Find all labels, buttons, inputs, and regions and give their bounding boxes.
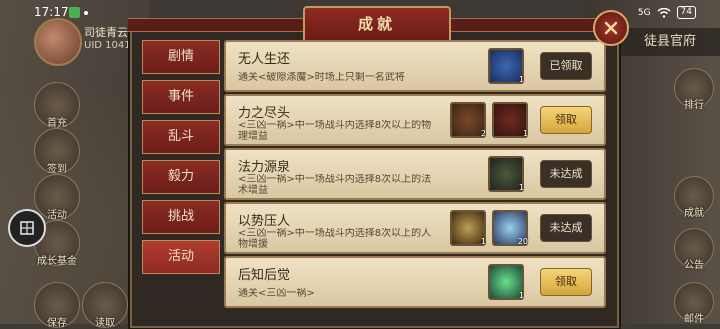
status-time: 17:17 (34, 5, 69, 19)
achievement-desc: <三凶一祸>中一场战斗内选择8次以上的物理增益 (238, 120, 432, 142)
claim-button[interactable]: 领取 (540, 268, 592, 296)
ranking-button[interactable]: 排行 (674, 68, 714, 111)
skill-book-icon[interactable]: 1 (488, 156, 524, 192)
achievement-desc: <三凶一祸>中一场战斗内选择8次以上的法术增益 (238, 174, 432, 196)
not-achieved-button[interactable]: 未达成 (540, 214, 592, 242)
save-label: 保存 (47, 318, 67, 329)
reward-list: 1 (488, 48, 524, 84)
close-button[interactable] (593, 10, 629, 46)
achievement-title: 力之尽头 (238, 106, 291, 121)
achievement-title: 后知后觉 (238, 268, 291, 283)
announcement-label: 公告 (684, 260, 704, 271)
achievement-desc: 通关<破隙涤魔>时场上只剩一名武将 (238, 72, 405, 83)
reward-list: 2 1 (450, 102, 528, 138)
list-item: 后知后觉 通关<三凶一祸> 1 领取 (224, 256, 606, 308)
reward-count: 1 (522, 129, 528, 138)
tab-melee[interactable]: 乱斗 (142, 120, 220, 154)
achievement-title: 无人生还 (238, 52, 291, 67)
message-app-icon (69, 7, 80, 18)
reward-count: 20 (517, 237, 528, 246)
reward-list: 1 (488, 264, 524, 300)
cherry-icon[interactable]: 1 (492, 102, 528, 138)
status-right: 5G 74 (638, 6, 696, 19)
floating-assistant-icon[interactable] (8, 209, 46, 247)
reward-count: 1 (480, 237, 486, 246)
achievement-desc: 通关<三凶一祸> (238, 288, 315, 299)
list-item: 以势压人 <三凶一祸>中一场战斗内选择8次以上的人物增援 1 20 未达成 (224, 202, 606, 254)
reward-count: 1 (518, 75, 524, 84)
mail-button[interactable]: 邮件 (674, 282, 714, 325)
first-charge-label: 首充 (47, 118, 67, 129)
fruit-basket-icon[interactable]: 2 (450, 102, 486, 138)
mail-label: 邮件 (684, 314, 704, 325)
battery-indicator: 74 (676, 6, 696, 19)
tab-event[interactable]: 事件 (142, 80, 220, 114)
sign-in-button[interactable]: 签到 (34, 128, 80, 175)
achievement-desc: <三凶一祸>中一场战斗内选择8次以上的人物增援 (238, 228, 432, 250)
reward-count: 1 (518, 183, 524, 192)
location-title: 徒县官府 (620, 28, 720, 56)
claim-button[interactable]: 领取 (540, 106, 592, 134)
player-name: 司徒青云 (84, 26, 128, 39)
ranking-label: 排行 (684, 100, 704, 111)
blue-scroll-icon[interactable]: 1 (488, 48, 524, 84)
close-icon (604, 21, 618, 35)
tab-story[interactable]: 剧情 (142, 40, 220, 74)
tab-challenge[interactable]: 挑战 (142, 200, 220, 234)
notification-dot-icon (84, 11, 88, 15)
achievement-dialog: 成就 剧情 事件 乱斗 毅力 挑战 活动 无人生还 通关<破隙涤魔>时场上只剩一… (128, 6, 629, 328)
achievement-label: 成就 (684, 208, 704, 219)
wifi-icon (657, 7, 671, 18)
announcement-button[interactable]: 公告 (674, 228, 714, 271)
achievement-button[interactable]: 成就 (674, 176, 714, 219)
crystal-shard-icon[interactable]: 20 (492, 210, 528, 246)
gold-orb-icon[interactable]: 1 (450, 210, 486, 246)
tab-endurance[interactable]: 毅力 (142, 160, 220, 194)
tab-activity[interactable]: 活动 (142, 240, 220, 274)
sign-in-label: 签到 (47, 164, 67, 175)
events-button[interactable]: 活动 (34, 174, 80, 221)
dialog-title: 成就 (303, 6, 451, 44)
reward-count: 1 (518, 291, 524, 300)
network-label: 5G (637, 7, 651, 18)
first-charge-button[interactable]: 首充 (34, 82, 80, 129)
save-button[interactable]: 保存 (34, 282, 80, 329)
list-item: 力之尽头 <三凶一祸>中一场战斗内选择8次以上的物理增益 2 1 领取 (224, 94, 606, 146)
claimed-button[interactable]: 已领取 (540, 52, 592, 80)
load-label: 读取 (95, 318, 115, 329)
achievement-title: 以势压人 (238, 214, 291, 229)
reward-count: 2 (480, 129, 486, 138)
rainbow-orb-icon[interactable]: 1 (488, 264, 524, 300)
load-button[interactable]: 读取 (82, 282, 128, 329)
growth-fund-label: 成长基金 (37, 256, 77, 267)
list-item: 法力源泉 <三凶一祸>中一场战斗内选择8次以上的法术增益 1 未达成 (224, 148, 606, 200)
reward-list: 1 20 (450, 210, 528, 246)
cube-icon (20, 221, 34, 235)
achievement-title: 法力源泉 (238, 160, 291, 175)
dialog-header: 成就 (128, 6, 621, 44)
list-item: 无人生还 通关<破隙涤魔>时场上只剩一名武将 1 已领取 (224, 40, 606, 92)
not-achieved-button[interactable]: 未达成 (540, 160, 592, 188)
reward-list: 1 (488, 156, 524, 192)
